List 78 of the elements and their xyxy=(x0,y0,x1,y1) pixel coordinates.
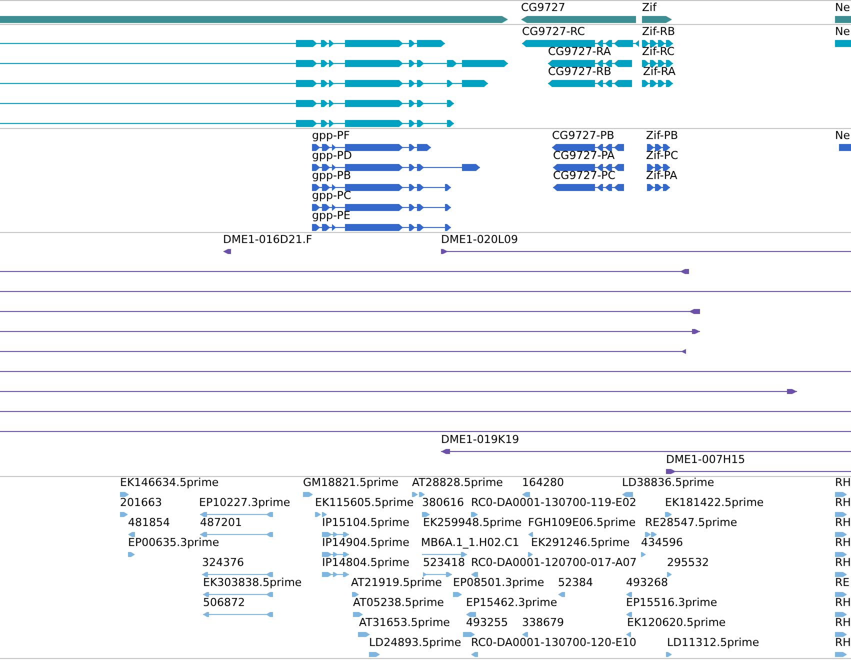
est-label: IP14904.5prime xyxy=(322,536,410,549)
cds-label: gpp-PF xyxy=(312,129,350,142)
est-label: RH xyxy=(835,556,851,569)
est-label: RH xyxy=(835,516,851,529)
est-label: LD24893.5prime xyxy=(369,636,462,649)
est-label: AT05238.5prime xyxy=(353,596,444,609)
clone-label: DME1-016D21.F xyxy=(223,233,312,246)
cds-label: Ne xyxy=(835,129,850,142)
est-label: 493255 xyxy=(466,616,508,629)
est-label: 481854 xyxy=(128,516,170,529)
est-label: AT28828.5prime xyxy=(412,476,503,489)
est-label: 52384 xyxy=(558,576,593,589)
est-label: EP10227.3prime xyxy=(199,496,290,509)
est-label: EK181422.5prime xyxy=(665,496,764,509)
est-label: RH xyxy=(835,616,851,629)
est-label: FGH109E06.5prime xyxy=(528,516,636,529)
transcript-label: Zif-RC xyxy=(642,45,675,58)
cds-label: CG9727-PB xyxy=(552,129,614,142)
est-label: EP00635.3prime xyxy=(128,536,220,549)
est-label: 506872 xyxy=(203,596,245,609)
cds-label: gpp-PD xyxy=(312,149,352,162)
est-label: IP14804.5prime xyxy=(322,556,410,569)
est-label: RH xyxy=(835,536,851,549)
est-label: RH xyxy=(835,496,851,509)
est-label: EK115605.5prime xyxy=(315,496,414,509)
cds-label: gpp-PE xyxy=(312,209,350,222)
est-label: AT31653.5prime xyxy=(359,616,450,629)
cds-label: CG9727-PC xyxy=(553,169,616,182)
est-label: AT21919.5prime xyxy=(351,576,442,589)
gene-label: Zif xyxy=(642,1,656,14)
transcript-label: CG9727-RB xyxy=(548,65,612,78)
est-label: RH xyxy=(835,596,851,609)
transcript-label: CG9727-RC xyxy=(522,25,585,38)
gene-label: Ne xyxy=(835,1,850,14)
est-label: RC0-DA0001-130700-119-E02 xyxy=(471,496,636,509)
est-label: MB6A.1_1.H02.C1 xyxy=(421,536,520,549)
transcript-label: Zif-RB xyxy=(642,25,676,38)
est-label: RE xyxy=(835,576,850,589)
est-label: 487201 xyxy=(200,516,242,529)
est-label: 324376 xyxy=(202,556,244,569)
cds-label: Zif-PC xyxy=(646,149,678,162)
est-label: EK291246.5prime xyxy=(531,536,630,549)
cds-label: gpp-PB xyxy=(312,169,352,182)
est-label: RC0-DA0001-130700-120-E10 xyxy=(471,636,636,649)
est-label: EK303838.5prime xyxy=(203,576,302,589)
est-label: RH xyxy=(835,636,851,649)
est-label: EK146634.5prime xyxy=(120,476,219,489)
est-label: RC0-DA0001-120700-017-A07 xyxy=(471,556,637,569)
est-label: 164280 xyxy=(522,476,564,489)
transcript-label: CG9727-RA xyxy=(548,45,611,58)
est-label: 295532 xyxy=(667,556,709,569)
transcript-label: Ne xyxy=(835,25,850,38)
est-label: GM18821.5prime xyxy=(303,476,399,489)
est-label: RH xyxy=(835,476,851,489)
est-label: EP15516.3prime xyxy=(626,596,718,609)
est-label: 523418 xyxy=(423,556,465,569)
est-label: EK259948.5prime xyxy=(423,516,522,529)
gene-label: CG9727 xyxy=(521,1,566,14)
est-label: LD11312.5prime xyxy=(667,636,760,649)
est-label: 434596 xyxy=(641,536,683,549)
cds-label: gpp-PC xyxy=(312,189,352,202)
est-label: 493268 xyxy=(626,576,668,589)
est-label: RE28547.5prime xyxy=(645,516,738,529)
est-label: 380616 xyxy=(422,496,464,509)
cds-label: Zif-PA xyxy=(646,169,678,182)
clone-label: DME1-007H15 xyxy=(666,453,746,466)
est-label: EP08501.3prime xyxy=(453,576,544,589)
cds-label: CG9727-PA xyxy=(553,149,615,162)
clone-label: DME1-020L09 xyxy=(441,233,518,246)
est-label: IP15104.5prime xyxy=(322,516,410,529)
cds-label: Zif-PB xyxy=(646,129,678,142)
clone-label: DME1-019K19 xyxy=(441,433,520,446)
est-label: 201663 xyxy=(120,496,162,509)
est-label: EP15462.3prime xyxy=(466,596,558,609)
est-label: 338679 xyxy=(522,616,564,629)
est-label: EK120620.5prime xyxy=(627,616,726,629)
est-label: LD38836.5prime xyxy=(622,476,714,489)
transcript-label: Zif-RA xyxy=(643,65,676,78)
